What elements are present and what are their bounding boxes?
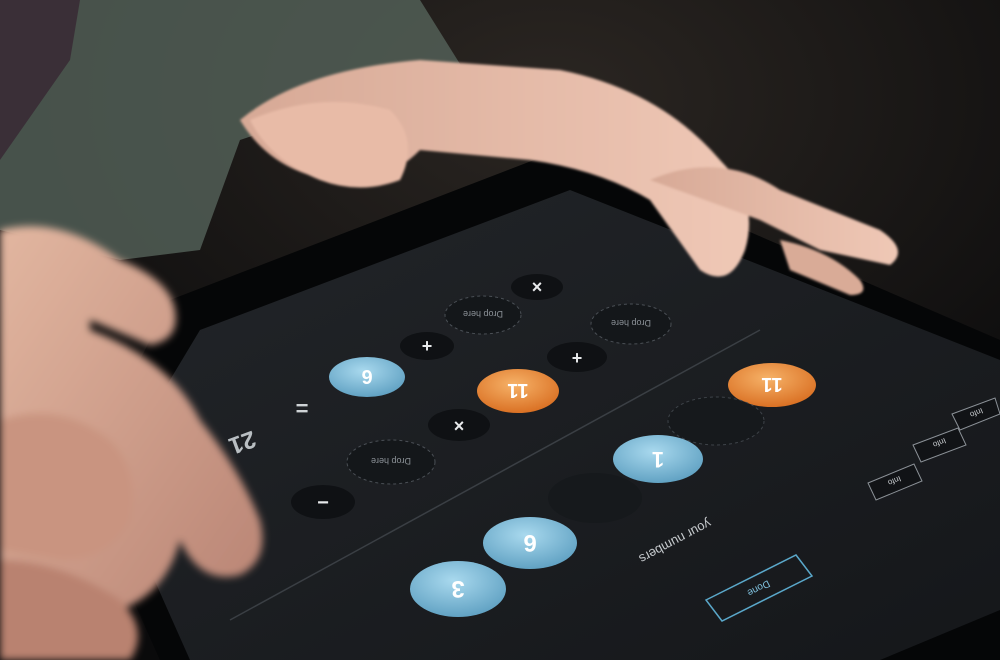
number-chip-6-lower[interactable]: 6 — [483, 517, 577, 569]
svg-text:+: + — [572, 348, 583, 368]
number-chip-3[interactable]: 3 — [410, 561, 506, 617]
drop-zone-right[interactable]: Drop here — [590, 303, 672, 345]
svg-text:−: − — [317, 492, 329, 514]
number-chip-6-top[interactable]: 6 — [329, 357, 405, 397]
svg-text:×: × — [532, 277, 543, 297]
drop-zone-mid[interactable]: Drop here — [346, 439, 436, 485]
number-chip-11-mid[interactable]: 11 — [477, 369, 559, 413]
chip-minus[interactable]: − — [291, 485, 355, 519]
photo-scene: × Drop here + Drop here + 6 = 11 11 × Dr… — [0, 0, 1000, 660]
svg-text:11: 11 — [507, 379, 528, 401]
svg-text:Drop here: Drop here — [611, 318, 651, 328]
drop-zone-top[interactable]: Drop here — [444, 295, 522, 335]
chip-plus-right[interactable]: + — [547, 342, 607, 372]
svg-text:=: = — [296, 396, 309, 421]
svg-text:6: 6 — [523, 529, 536, 556]
top-chip-plus[interactable]: + — [400, 332, 454, 360]
svg-text:1: 1 — [652, 447, 664, 472]
svg-text:Drop here: Drop here — [371, 456, 411, 466]
top-chip-multiply[interactable]: × — [511, 274, 563, 300]
chip-multiply-lower[interactable]: × — [428, 409, 490, 441]
number-chip-1[interactable]: 1 — [613, 435, 703, 483]
svg-text:6: 6 — [361, 365, 372, 387]
equals-sign: = — [296, 396, 309, 421]
svg-text:11: 11 — [761, 373, 782, 395]
empty-slot-mid[interactable] — [548, 473, 642, 523]
svg-text:×: × — [454, 416, 465, 436]
svg-text:3: 3 — [451, 575, 464, 602]
svg-text:Drop here: Drop here — [463, 309, 503, 319]
svg-text:+: + — [422, 336, 433, 356]
empty-slot-right[interactable] — [667, 396, 765, 446]
